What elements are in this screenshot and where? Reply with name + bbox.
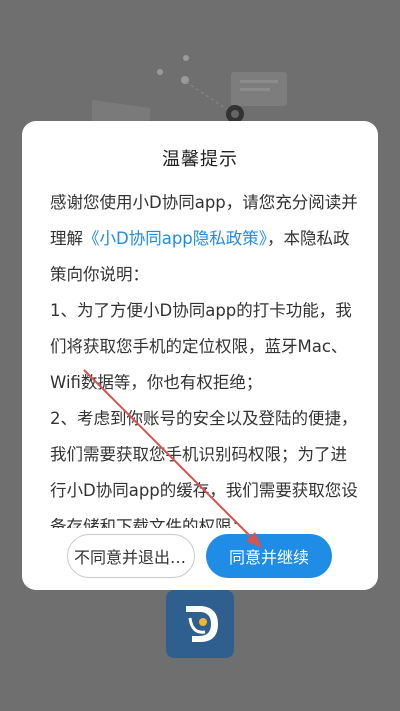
screen: 温馨提示 感谢您使用小D协同app，请您充分阅读并理解《小D协同app隐私政策》… bbox=[0, 0, 400, 711]
privacy-policy-link[interactable]: 《小D协同app隐私政策》 bbox=[83, 229, 267, 248]
decline-exit-button[interactable]: 不同意并退出App bbox=[67, 534, 195, 578]
location-permission-paragraph: 1、为了方便小D协同app的打卡功能，我们将获取您手机的定位权限，蓝牙Mac、W… bbox=[50, 301, 352, 392]
dialog-title: 温馨提示 bbox=[162, 149, 238, 170]
dialog-body: 感谢您使用小D协同app，请您充分阅读并理解《小D协同app隐私政策》，本隐私政… bbox=[50, 185, 358, 528]
intro-paragraph: 感谢您使用小D协同app，请您充分阅读并理解《小D协同app隐私政策》，本隐私政… bbox=[50, 185, 358, 293]
agree-continue-button[interactable]: 同意并继续 bbox=[206, 534, 332, 578]
app-logo-glyph-icon bbox=[186, 606, 218, 642]
decline-exit-label: 不同意并退出App bbox=[74, 548, 188, 567]
app-logo-icon bbox=[166, 590, 234, 658]
device-permission-paragraph: 2、考虑到你账号的安全以及登陆的便捷，我们需要获取您手机识别码权限；为了进行小D… bbox=[50, 409, 358, 528]
privacy-dialog: 温馨提示 感谢您使用小D协同app，请您充分阅读并理解《小D协同app隐私政策》… bbox=[22, 121, 378, 590]
